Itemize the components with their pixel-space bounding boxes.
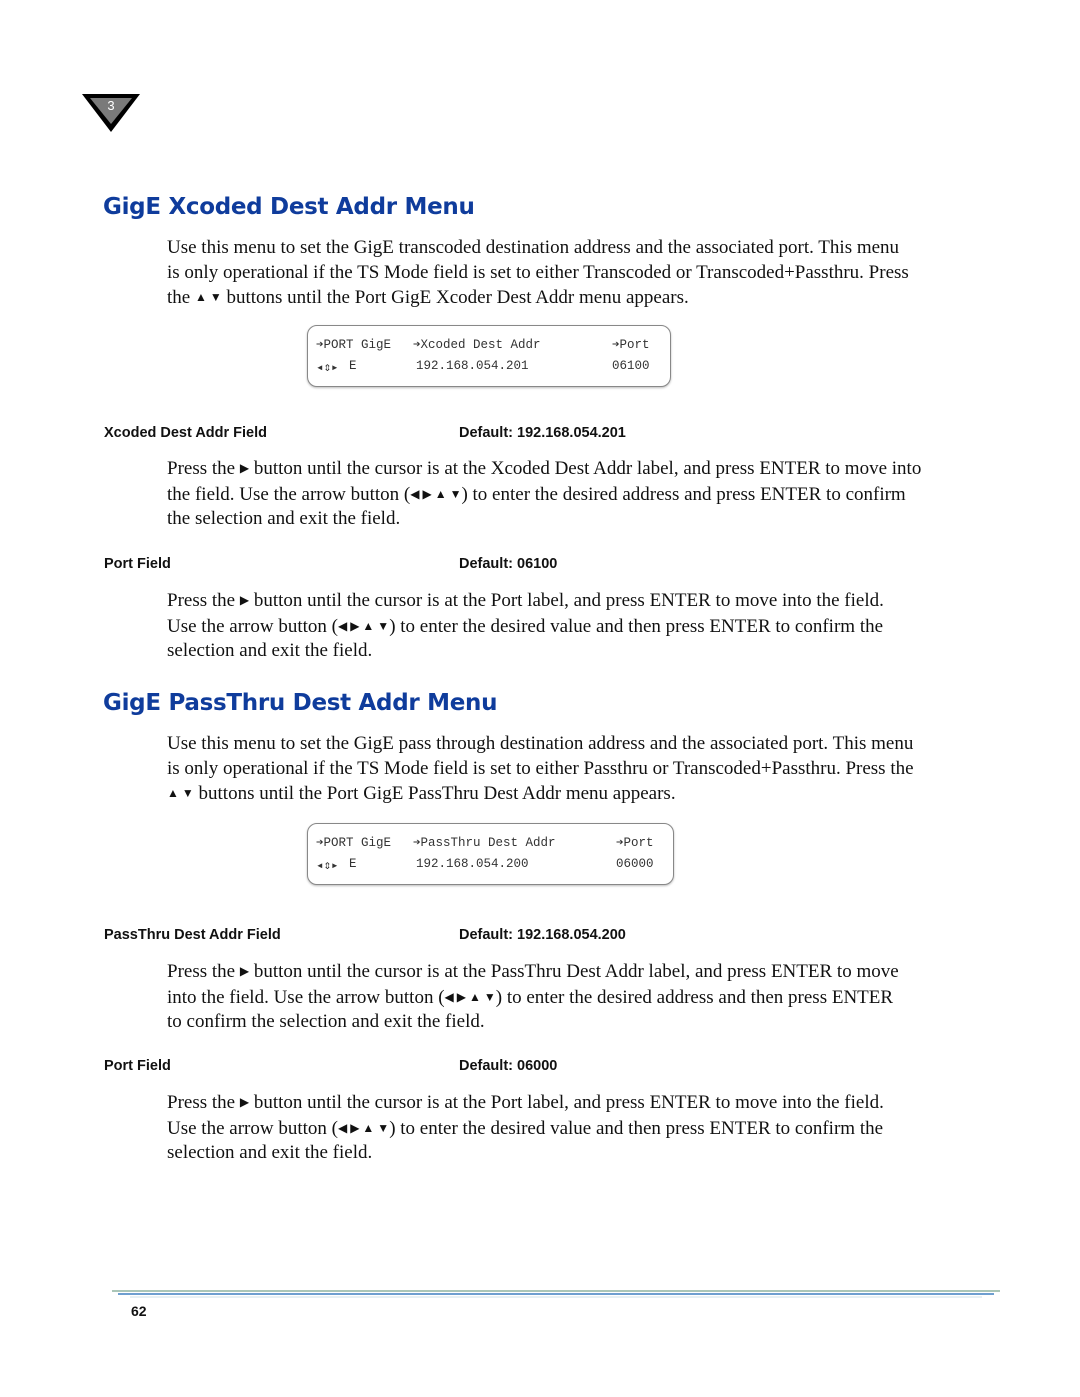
- text: Press the: [167, 590, 240, 611]
- field-default: Default: 192.168.054.200: [459, 927, 626, 943]
- lcd-address-value: 192.168.054.200: [416, 857, 529, 871]
- right-arrow-icon: ▶: [239, 964, 250, 978]
- desc-line: selection and exit the field.: [167, 1142, 373, 1163]
- desc-line: Press the ▶ button until the cursor is a…: [167, 588, 997, 614]
- section-heading: GigE PassThru Dest Addr Menu: [103, 690, 498, 716]
- lcd-port-field-label: ➔Port: [612, 338, 650, 352]
- lcd-port-label: ➔PORT GigE: [316, 836, 392, 850]
- field-description: Press the ▶ button until the cursor is a…: [167, 456, 997, 532]
- right-arrow-icon: ▶: [239, 461, 250, 475]
- text: ) to enter the desired value and then pr…: [389, 615, 884, 637]
- lcd-port-label: ➔PORT GigE: [316, 338, 392, 352]
- intro-line: ▲ ▼ buttons until the Port GigE PassThru…: [167, 781, 997, 807]
- desc-line: Press the ▶ button until the cursor is a…: [167, 1090, 997, 1116]
- field-default: Default: 192.168.054.201: [459, 425, 626, 441]
- text: into the field. Use the arrow button (: [167, 986, 445, 1008]
- desc-line: into the field. Use the arrow button (◀ …: [167, 985, 997, 1011]
- text: buttons until the Port GigE PassThru Des…: [193, 783, 676, 804]
- intro-line: the ▲ ▼ buttons until the Port GigE Xcod…: [167, 285, 997, 311]
- nav-arrows-icon: ◂⇕▸: [316, 361, 339, 375]
- arrow-keys-icon: ◀ ▶ ▲ ▼: [337, 618, 390, 633]
- field-description: Press the ▶ button until the cursor is a…: [167, 588, 997, 664]
- intro-line: is only operational if the TS Mode field…: [167, 261, 909, 283]
- text: Press the: [167, 458, 240, 479]
- intro-line: Use this menu to set the GigE transcoded…: [167, 237, 900, 258]
- arrow-keys-icon: ◀ ▶ ▲ ▼: [444, 989, 496, 1004]
- lcd-port-field-label: ➔Port: [616, 836, 654, 850]
- desc-line: Press the ▶ button until the cursor is a…: [167, 456, 997, 482]
- field-name: Port Field: [104, 1058, 171, 1074]
- lcd-address-value: 192.168.054.201: [416, 359, 529, 373]
- lcd-field-label: ➔Xcoded Dest Addr: [413, 338, 541, 352]
- lcd-display: ➔PORT GigE ➔PassThru Dest Addr ➔Port ◂⇕▸…: [307, 823, 674, 885]
- field-name: Xcoded Dest Addr Field: [104, 425, 268, 441]
- text: Press the: [167, 1092, 240, 1113]
- desc-line: Use the arrow button (◀ ▶ ▲ ▼) to enter …: [167, 614, 997, 640]
- text: button until the cursor is at the PassTh…: [249, 961, 899, 982]
- lcd-mode: E: [349, 359, 357, 373]
- text: buttons until the Port GigE Xcoder Dest …: [221, 287, 689, 308]
- intro-line: is only operational if the TS Mode field…: [167, 757, 914, 779]
- field-name: PassThru Dest Addr Field: [104, 927, 281, 943]
- arrow-keys-icon: ◀ ▶ ▲ ▼: [410, 486, 462, 501]
- desc-line: Press the ▶ button until the cursor is a…: [167, 959, 997, 985]
- desc-line: the field. Use the arrow button (◀ ▶ ▲ ▼…: [167, 482, 997, 508]
- chapter-number: 3: [107, 98, 115, 113]
- lcd-port-value: 06100: [612, 359, 650, 373]
- right-arrow-icon: ▶: [239, 593, 250, 607]
- desc-line: selection and exit the field.: [167, 640, 373, 661]
- right-arrow-icon: ▶: [239, 1095, 250, 1109]
- text: the: [167, 287, 195, 308]
- lcd-field-label: ➔PassThru Dest Addr: [413, 836, 556, 850]
- text: ) to enter the desired value and then pr…: [389, 1117, 884, 1139]
- lcd-display: ➔PORT GigE ➔Xcoded Dest Addr ➔Port ◂⇕▸ E…: [307, 325, 671, 387]
- section-heading: GigE Xcoded Dest Addr Menu: [103, 194, 475, 220]
- section-intro: Use this menu to set the GigE pass throu…: [167, 732, 997, 807]
- text: button until the cursor is at the Xcoded…: [249, 458, 922, 479]
- up-down-arrows-icon: ▲ ▼: [167, 786, 194, 800]
- field-default: Default: 06000: [459, 1058, 558, 1074]
- text: ) to enter the desired address and press…: [461, 483, 906, 505]
- lcd-port-value: 06000: [616, 857, 654, 871]
- footer-rule: [112, 1290, 1000, 1298]
- arrow-keys-icon: ◀ ▶ ▲ ▼: [337, 1120, 390, 1135]
- section-intro: Use this menu to set the GigE transcoded…: [167, 236, 997, 311]
- lcd-mode: E: [349, 857, 357, 871]
- desc-line: the selection and exit the field.: [167, 508, 401, 529]
- text: button until the cursor is at the Port l…: [249, 1092, 884, 1113]
- nav-arrows-icon: ◂⇕▸: [316, 859, 339, 873]
- field-description: Press the ▶ button until the cursor is a…: [167, 1090, 997, 1166]
- text: Use the arrow button (: [167, 615, 338, 637]
- field-default: Default: 06100: [459, 556, 558, 572]
- text: button until the cursor is at the Port l…: [249, 590, 884, 611]
- text: Press the: [167, 961, 240, 982]
- field-name: Port Field: [104, 556, 171, 572]
- chapter-tab: 3: [80, 92, 142, 134]
- text: Use the arrow button (: [167, 1117, 338, 1139]
- intro-line: Use this menu to set the GigE pass throu…: [167, 733, 914, 754]
- desc-line: Use the arrow button (◀ ▶ ▲ ▼) to enter …: [167, 1116, 997, 1142]
- text: ) to enter the desired address and then …: [495, 986, 894, 1008]
- field-description: Press the ▶ button until the cursor is a…: [167, 959, 997, 1035]
- page-number: 62: [131, 1303, 147, 1319]
- text: the field. Use the arrow button (: [167, 483, 411, 505]
- up-down-arrows-icon: ▲ ▼: [194, 290, 222, 304]
- desc-line: to confirm the selection and exit the fi…: [167, 1011, 485, 1032]
